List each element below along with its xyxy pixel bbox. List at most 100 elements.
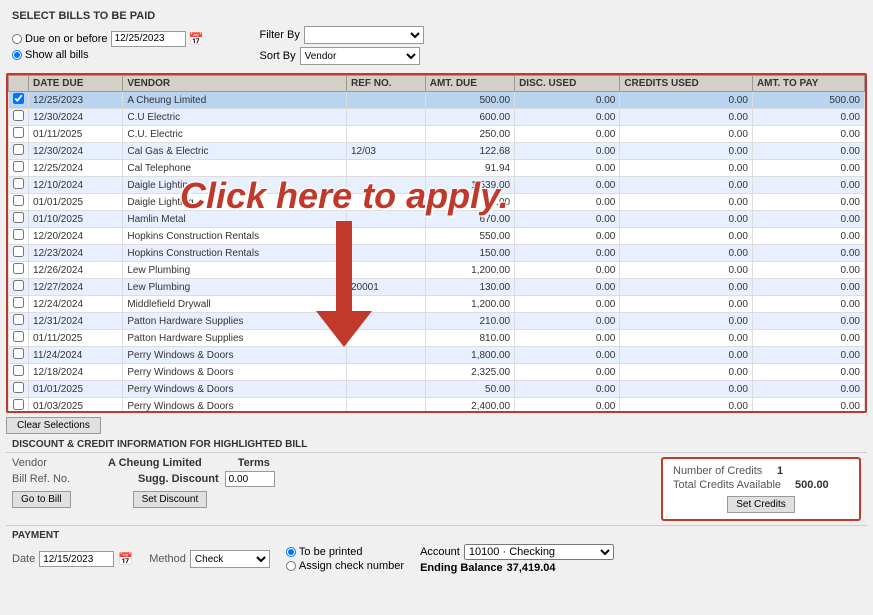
row-checkbox[interactable]	[13, 93, 24, 104]
to-be-printed-option[interactable]: To be printed	[286, 546, 404, 558]
account-select[interactable]: 10100 · Checking	[464, 544, 614, 560]
row-amt-to-pay: 0.00	[752, 109, 864, 126]
date-input[interactable]	[39, 551, 114, 567]
set-discount-button[interactable]: Set Discount	[133, 491, 208, 508]
bill-ref-row: Bill Ref. No. Sugg. Discount	[12, 471, 649, 487]
row-checkbox[interactable]	[13, 365, 24, 376]
row-checkbox[interactable]	[13, 178, 24, 189]
total-credits-row: Total Credits Available 500.00	[673, 479, 849, 491]
clear-selections-button[interactable]: Clear Selections	[6, 417, 101, 434]
table-row[interactable]: 12/25/2023 A Cheung Limited 500.00 0.00 …	[9, 92, 865, 109]
row-checkbox[interactable]	[13, 144, 24, 155]
row-vendor: Perry Windows & Doors	[123, 364, 347, 381]
table-row[interactable]: 12/30/2024 C.U Electric 600.00 0.00 0.00…	[9, 109, 865, 126]
row-checkbox[interactable]	[13, 263, 24, 274]
row-checkbox[interactable]	[13, 382, 24, 393]
col-credits-used: CREDITS USED	[620, 76, 753, 92]
row-amt-due: 91.94	[425, 160, 514, 177]
discount-left: Vendor A Cheung Limited Terms Bill Ref. …	[12, 457, 649, 510]
row-checkbox[interactable]	[13, 348, 24, 359]
table-row[interactable]: 01/11/2025 Patton Hardware Supplies 810.…	[9, 330, 865, 347]
row-disc-used: 0.00	[515, 330, 620, 347]
calendar-icon[interactable]: 📅	[189, 32, 204, 46]
account-section: Account 10100 · Checking Ending Balance …	[420, 544, 614, 574]
show-all-radio[interactable]: Show all bills	[12, 49, 204, 61]
row-amt-to-pay: 0.00	[752, 262, 864, 279]
row-amt-due: 1,800.00	[425, 347, 514, 364]
row-amt-to-pay: 0.00	[752, 279, 864, 296]
table-row[interactable]: 12/31/2024 Patton Hardware Supplies 210.…	[9, 313, 865, 330]
row-amt-due: 2,400.00	[425, 398, 514, 414]
row-checkbox[interactable]	[13, 212, 24, 223]
sugg-discount-input[interactable]	[225, 471, 275, 487]
row-disc-used: 0.00	[515, 126, 620, 143]
due-date-input[interactable]	[111, 31, 186, 47]
table-row[interactable]: 12/27/2024 Lew Plumbing 20001 130.00 0.0…	[9, 279, 865, 296]
row-ref	[346, 126, 425, 143]
table-row[interactable]: 11/24/2024 Perry Windows & Doors 1,800.0…	[9, 347, 865, 364]
row-credits-used: 0.00	[620, 364, 753, 381]
table-row[interactable]: 01/11/2025 C.U. Electric 250.00 0.00 0.0…	[9, 126, 865, 143]
row-vendor: Middlefield Drywall	[123, 296, 347, 313]
table-row[interactable]: 12/25/2024 Cal Telephone 91.94 0.00 0.00…	[9, 160, 865, 177]
table-row[interactable]: 12/20/2024 Hopkins Construction Rentals …	[9, 228, 865, 245]
row-checkbox[interactable]	[13, 297, 24, 308]
method-label: Method	[149, 553, 186, 565]
row-date: 01/01/2025	[29, 381, 123, 398]
row-checkbox[interactable]	[13, 161, 24, 172]
credits-box: Number of Credits 1 Total Credits Availa…	[661, 457, 861, 521]
method-select[interactable]: Check	[190, 550, 270, 568]
row-ref	[346, 228, 425, 245]
filter-by-select[interactable]	[304, 26, 424, 44]
vendor-value: A Cheung Limited	[108, 457, 202, 469]
row-checkbox[interactable]	[13, 110, 24, 121]
row-amt-due: 50.00	[425, 381, 514, 398]
row-checkbox[interactable]	[13, 229, 24, 240]
row-checkbox[interactable]	[13, 246, 24, 257]
row-checkbox[interactable]	[13, 399, 24, 410]
table-row[interactable]: 12/23/2024 Hopkins Construction Rentals …	[9, 245, 865, 262]
row-disc-used: 0.00	[515, 177, 620, 194]
due-radio-input[interactable]	[12, 34, 22, 44]
row-checkbox[interactable]	[13, 314, 24, 325]
row-checkbox[interactable]	[13, 331, 24, 342]
row-amt-to-pay: 0.00	[752, 245, 864, 262]
row-checkbox[interactable]	[13, 127, 24, 138]
to-be-printed-radio[interactable]	[286, 547, 296, 557]
assign-check-radio[interactable]	[286, 561, 296, 571]
row-checkbox[interactable]	[13, 195, 24, 206]
table-row[interactable]: 12/24/2024 Middlefield Drywall 1,200.00 …	[9, 296, 865, 313]
table-row[interactable]: 01/10/2025 Hamlin Metal 670.00 0.00 0.00…	[9, 211, 865, 228]
set-credits-button[interactable]: Set Credits	[727, 496, 794, 513]
row-disc-used: 0.00	[515, 143, 620, 160]
row-checkbox[interactable]	[13, 280, 24, 291]
vendor-row: Vendor A Cheung Limited Terms	[12, 457, 649, 469]
row-amt-to-pay: 0.00	[752, 330, 864, 347]
table-row[interactable]: 01/01/2025 Perry Windows & Doors 50.00 0…	[9, 381, 865, 398]
go-to-bill-button[interactable]: Go to Bill	[12, 491, 71, 508]
row-vendor: C.U. Electric	[123, 126, 347, 143]
row-date: 12/30/2024	[29, 143, 123, 160]
bills-table-container[interactable]: DATE DUE VENDOR REF NO. AMT. DUE DISC. U…	[6, 73, 867, 413]
assign-check-option[interactable]: Assign check number	[286, 560, 404, 572]
table-row[interactable]: 01/01/2025 Daigle Lighting 52.00 0.00 0.…	[9, 194, 865, 211]
due-on-before-radio[interactable]: Due on or before 📅	[12, 31, 204, 47]
row-disc-used: 0.00	[515, 296, 620, 313]
row-amt-to-pay: 0.00	[752, 296, 864, 313]
table-row[interactable]: 12/10/2024 Daigle Lighting 1,539.00 0.00…	[9, 177, 865, 194]
row-amt-due: 52.00	[425, 194, 514, 211]
date-calendar-icon[interactable]: 📅	[118, 552, 133, 566]
method-field: Method Check	[149, 550, 270, 568]
row-ref	[346, 262, 425, 279]
table-row[interactable]: 12/26/2024 Lew Plumbing 1,200.00 0.00 0.…	[9, 262, 865, 279]
row-amt-due: 550.00	[425, 228, 514, 245]
show-all-radio-input[interactable]	[12, 50, 22, 60]
table-row[interactable]: 12/18/2024 Perry Windows & Doors 2,325.0…	[9, 364, 865, 381]
sort-by-select[interactable]: Vendor	[300, 47, 420, 65]
row-date: 12/18/2024	[29, 364, 123, 381]
account-label: Account	[420, 546, 460, 558]
table-row[interactable]: 01/03/2025 Perry Windows & Doors 2,400.0…	[9, 398, 865, 414]
table-row[interactable]: 12/30/2024 Cal Gas & Electric 12/03 122.…	[9, 143, 865, 160]
account-row: Account 10100 · Checking	[420, 544, 614, 560]
row-date: 12/10/2024	[29, 177, 123, 194]
